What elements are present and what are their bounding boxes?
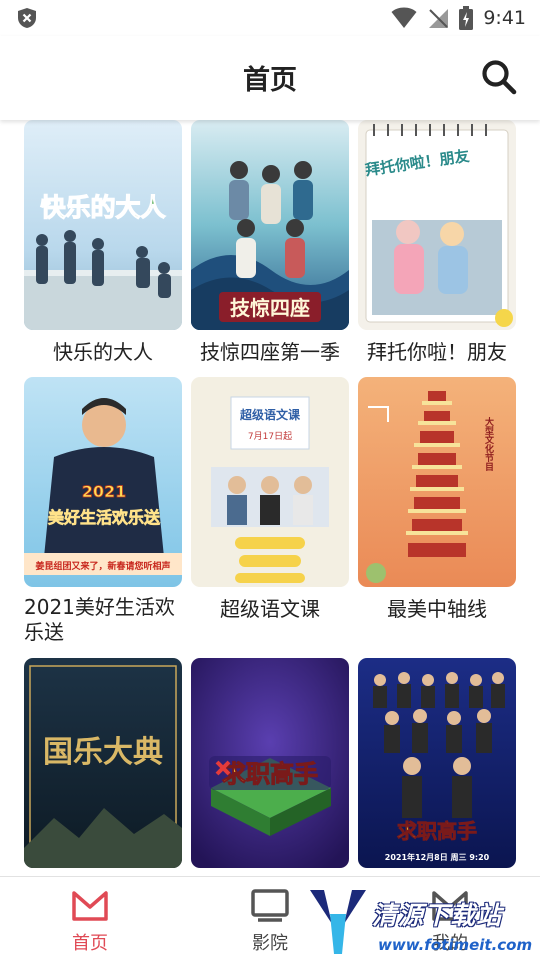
home-icon <box>72 891 108 921</box>
poster-date: 7月17日起 <box>248 431 292 442</box>
show-poster[interactable]: 2021 美好生活欢乐送 姜昆组团又来了，新春请您听相声 <box>24 377 182 587</box>
poster-title: 美好生活欢乐送 <box>48 508 161 527</box>
watermark: 清源下载站 www.fotimeit.com <box>306 878 533 960</box>
nav-cinema-label: 影院 <box>252 933 288 954</box>
shield-icon <box>18 8 36 28</box>
show-title: 技惊四座第一季 <box>200 340 340 364</box>
watermark-logo-icon <box>310 890 366 954</box>
show-poster[interactable]: 快乐的大人 <box>24 120 182 330</box>
show-poster[interactable]: 求职高手 <box>191 658 349 868</box>
watermark-title: 清源下载站 <box>372 901 503 930</box>
poster-title: 技惊四座 <box>230 296 310 320</box>
page-title: 首页 <box>243 65 297 96</box>
wifi-icon <box>391 7 417 28</box>
watermark-url: www.fotimeit.com <box>378 936 533 954</box>
nav-home-label: 首页 <box>72 933 108 954</box>
show-poster[interactable]: 拜托你啦！朋友 <box>358 120 516 330</box>
show-title: 超级语文课 <box>220 597 320 621</box>
poster-title: 求职高手 <box>397 819 477 843</box>
show-poster[interactable]: 大型文化节目 <box>358 377 516 587</box>
battery-icon <box>459 6 474 30</box>
show-poster[interactable]: 超级语文课 7月17日起 <box>191 377 349 587</box>
show-title: 快乐的大人 <box>53 340 153 364</box>
poster-year: 2021 <box>82 482 127 501</box>
search-icon[interactable] <box>480 58 518 96</box>
poster-title: 国乐大典 <box>43 735 163 770</box>
poster-date: 2021年12月8日 周三 9:20 <box>385 852 490 862</box>
show-title: 拜托你啦！朋友 <box>367 340 507 364</box>
status-time: 9:41 <box>483 7 526 29</box>
poster-banner: 姜昆组团又来了，新春请您听相声 <box>35 560 170 572</box>
no-signal-icon <box>429 9 449 28</box>
show-grid: 快乐的大人 快乐的大人 技惊四座 技惊四座第一季 拜托你啦！朋友 拜托你啦！朋友… <box>0 120 540 876</box>
poster-title: 求职高手 <box>222 760 318 788</box>
app-header: 首页 <box>0 36 540 120</box>
nav-cinema[interactable]: 影院 <box>220 885 320 955</box>
tv-icon <box>251 889 289 922</box>
nav-home[interactable]: 首页 <box>40 885 140 955</box>
show-poster[interactable]: 国乐大典 <box>24 658 182 868</box>
poster-title: 超级语文课 <box>239 407 301 422</box>
poster-title: 大型文化节目 <box>483 416 495 472</box>
show-title: 2021美好生活欢乐送 <box>24 595 175 644</box>
show-poster[interactable]: 技惊四座 <box>191 120 349 330</box>
show-poster[interactable]: 求职高手 2021年12月8日 周三 9:20 <box>358 658 516 868</box>
show-title: 最美中轴线 <box>387 597 487 621</box>
status-bar: 9:41 <box>0 0 540 36</box>
poster-title: 快乐的大人 <box>40 193 165 222</box>
